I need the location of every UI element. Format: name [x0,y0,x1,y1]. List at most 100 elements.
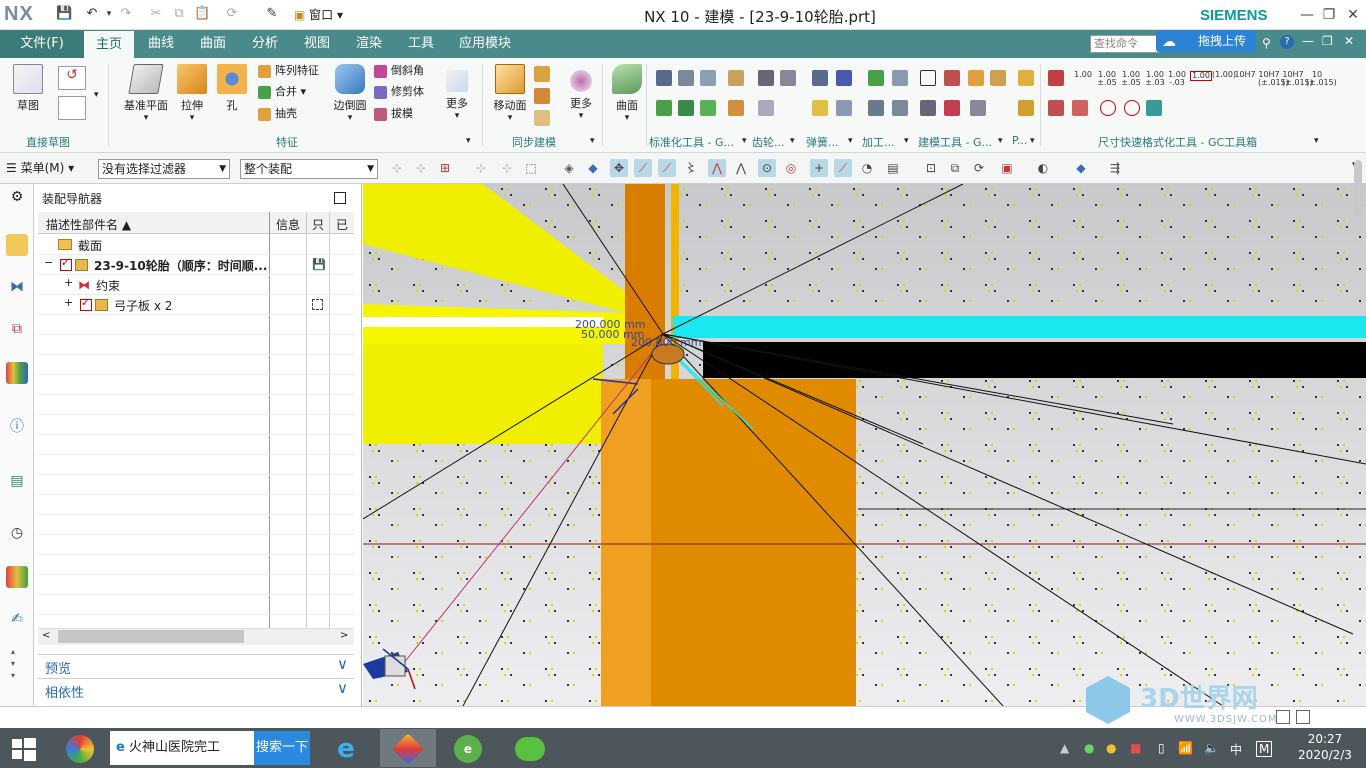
build-tool-6-icon[interactable] [944,100,960,116]
dim-tool-3-icon[interactable] [1072,100,1088,116]
tolerance-format-11[interactable]: 10 (±.015) [1306,71,1337,87]
restore-button[interactable]: ❐ [1320,6,1338,24]
sketch-more-icon[interactable]: ▾ [94,90,99,100]
extrude-button[interactable]: 拉伸 ▾ [176,64,208,123]
taskbar-search-button[interactable]: 搜索一下 [254,731,310,765]
tray-expand-icon[interactable]: ▲ [1060,741,1069,755]
std-tool-1-icon[interactable] [656,70,672,86]
std-tool-8-icon[interactable] [728,100,744,116]
build-tool-1-icon[interactable] [920,70,936,86]
more-features-button[interactable]: 更多 ▾ [440,64,474,121]
ribbon-restore-button[interactable]: ❐ [1322,34,1333,48]
gear-tool-3-icon[interactable] [758,100,774,116]
unite-button[interactable]: 合并 ▾ [258,83,306,101]
type-filter-icon[interactable]: ⊹ [412,159,430,177]
build-tool-3-icon[interactable] [968,70,984,86]
feature-group-dropdown-icon[interactable]: ▾ [466,136,471,146]
navigator-maximize-button[interactable] [334,192,346,204]
spring-dropdown-icon[interactable]: ▾ [848,136,853,146]
web-browser-icon[interactable]: ▤ [6,470,28,492]
tolerance-format-10[interactable]: 10H7 (±.015) [1282,71,1313,87]
viewport-scrollbar[interactable] [1354,160,1362,216]
spring-tool-4-icon[interactable] [836,100,852,116]
tolerance-format-5[interactable]: 1.00 -.03 [1166,71,1188,87]
general-selection-icon[interactable]: ⊹ [388,159,406,177]
snap-on-face-icon[interactable]: ◔ [858,159,876,177]
undo-dropdown-icon[interactable]: ▾ [101,6,117,22]
tab-application[interactable]: 应用模块 [452,30,518,58]
tray-app-1-icon[interactable]: ● [1084,741,1094,755]
std-tool-7-icon[interactable] [728,70,744,86]
visibility-checkbox[interactable] [80,296,92,311]
shell-button[interactable]: 抽壳 [258,105,297,123]
part-navigator-icon[interactable]: ⧉ [6,318,28,340]
resource-bar-scroll-icon[interactable]: ▴ ▾ ▾ [11,646,15,682]
gear-tool-2-icon[interactable] [780,70,796,86]
scroll-right-icon[interactable]: > [340,630,348,641]
machining-tool-3-icon[interactable] [868,100,884,116]
p-dropdown-icon[interactable]: ▾ [1030,136,1035,146]
tolerance-format-7[interactable]: (1.00) [1212,71,1236,79]
std-tool-5-icon[interactable] [678,100,694,116]
point-constructor-icon[interactable]: ▤ [884,159,902,177]
spring-tool-2-icon[interactable] [836,70,852,86]
close-button[interactable]: ✕ [1344,6,1362,24]
taskbar-app-wechat[interactable] [506,729,554,767]
tab-surface[interactable]: 曲面 [192,30,234,58]
undo-icon[interactable]: ↶ [84,6,100,22]
tolerance-format-3[interactable]: 1.00 ±.05 [1120,71,1142,87]
column-modified[interactable]: 已 [336,216,348,233]
snap-endpoint-icon[interactable]: ✥ [610,159,628,177]
scrollbar-thumb[interactable] [58,630,244,643]
taskbar-app-nx[interactable] [380,729,436,767]
reuse-library-icon[interactable] [6,362,28,384]
datum-plane-button[interactable]: 基准平面 ▾ [118,64,174,123]
orient-view-icon[interactable]: ▣ [998,159,1016,177]
find-command-input[interactable]: 查找命令 [1090,35,1160,53]
hole-button[interactable]: 孔 [216,64,248,113]
snap-intersection-icon[interactable]: ⋀ [708,159,726,177]
taskbar-app-ie[interactable]: e [322,729,370,767]
taskbar-app-pinwheel[interactable] [56,729,104,767]
column-descriptive-name[interactable]: 描述性部件名 ▲ [46,216,131,233]
sync-tool-2-icon[interactable] [534,88,550,104]
search-icon[interactable]: ⚲ [1262,36,1271,50]
sync-tool-1-icon[interactable] [534,66,550,82]
rectangle-icon[interactable] [58,96,86,120]
selection-intent-icon[interactable]: ⊹ [498,159,516,177]
build-tool-4-icon[interactable] [990,70,1006,86]
expand-icon[interactable]: + [64,296,73,309]
tab-home[interactable]: 主页 [84,31,134,58]
expand-icon[interactable]: + [64,276,73,289]
paste-icon[interactable]: 📋 [194,6,210,22]
select-feature-icon[interactable]: ⊹ [472,159,490,177]
machining-dropdown-icon[interactable]: ▾ [904,136,909,146]
snap-on-curve-icon[interactable]: ⟋ [834,159,852,177]
dim-tool-4-icon[interactable] [1100,100,1116,116]
trim-body-button[interactable]: 修剪体 [374,83,424,101]
spring-tool-3-icon[interactable] [812,100,828,116]
tolerance-format-1[interactable]: 1.00 [1072,71,1094,79]
std-tool-3-icon[interactable] [700,70,716,86]
start-button[interactable] [10,736,38,762]
build-tool-7-icon[interactable] [970,100,986,116]
drag-upload-button[interactable]: ☁ 拖拽上传 [1156,30,1256,52]
ime-mode-indicator[interactable]: M [1256,741,1273,757]
std-tool-2-icon[interactable] [678,70,694,86]
machining-tool-4-icon[interactable] [892,100,908,116]
collapse-icon[interactable]: − [44,256,53,269]
constraint-navigator-icon[interactable]: ⧓ [6,276,28,298]
snap-curve-icon[interactable]: 〻 [682,159,700,177]
system-materials-icon[interactable] [6,566,28,588]
settings-icon[interactable]: ⚙ [6,186,28,208]
ime-indicator[interactable]: 中 [1230,741,1242,758]
column-info[interactable]: 信息 [276,216,300,233]
more-sync-button[interactable]: 更多 ▾ [564,64,598,121]
dim-tool-2-icon[interactable] [1048,100,1064,116]
ribbon-minimize-button[interactable]: — [1302,34,1314,48]
sync-group-dropdown-icon[interactable]: ▾ [590,136,595,146]
surface-button[interactable]: 曲面 ▾ [608,64,646,123]
redo-icon[interactable]: ↷ [118,6,134,22]
pattern-feature-button[interactable]: 阵列特征 [258,62,319,80]
tolerance-format-6[interactable]: 1.00 [1190,71,1212,81]
